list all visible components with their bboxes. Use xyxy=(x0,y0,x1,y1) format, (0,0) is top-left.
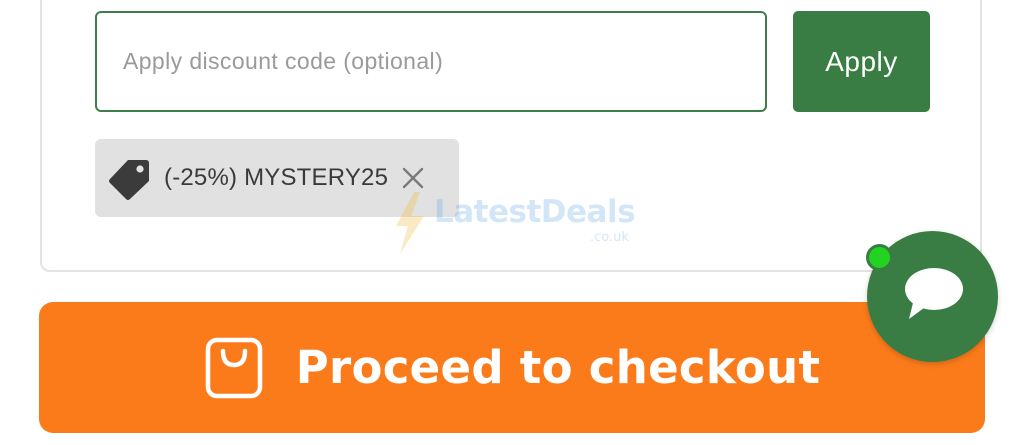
applied-coupon-tag: (-25%) MYSTERY25 xyxy=(95,139,459,217)
shopping-bag-icon xyxy=(204,337,264,399)
close-icon[interactable] xyxy=(398,163,428,193)
chat-bubble-icon xyxy=(902,265,964,328)
apply-discount-button[interactable]: Apply xyxy=(793,11,930,112)
coupon-label: (-25%) MYSTERY25 xyxy=(164,164,389,191)
price-tag-icon xyxy=(107,155,153,201)
proceed-to-checkout-button[interactable]: Proceed to checkout xyxy=(39,302,985,433)
online-status-indicator xyxy=(866,244,893,271)
discount-code-input[interactable] xyxy=(95,11,767,112)
checkout-label: Proceed to checkout xyxy=(295,341,821,394)
